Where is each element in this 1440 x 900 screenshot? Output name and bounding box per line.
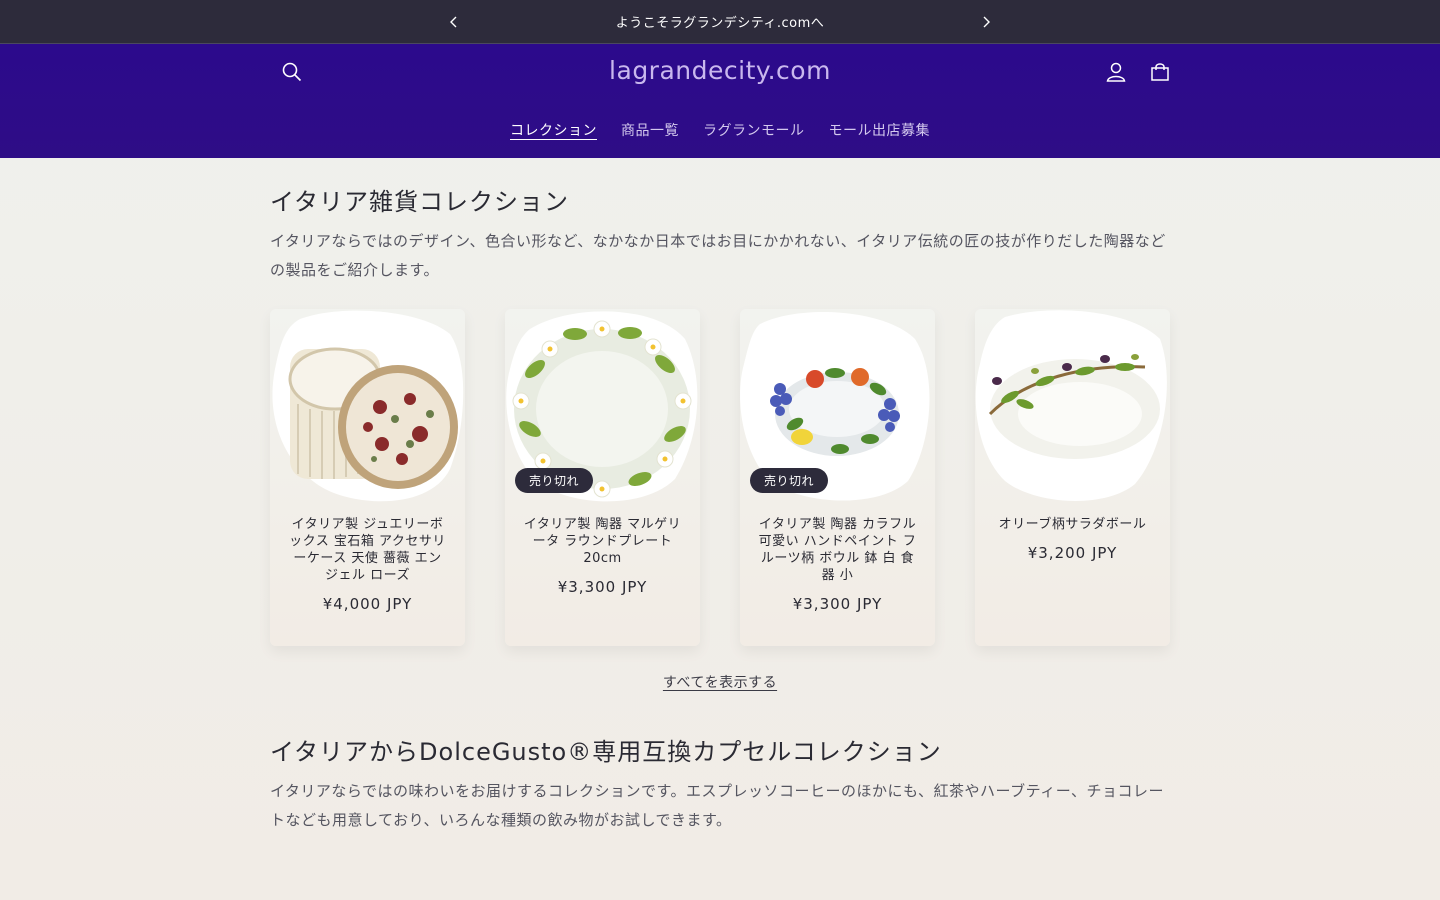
chevron-right-icon[interactable] bbox=[974, 10, 998, 34]
product-price: ¥4,000 JPY bbox=[322, 595, 413, 613]
product-price: ¥3,200 JPY bbox=[1027, 544, 1118, 562]
announcement-text: ようこそラグランデシティ.comへ bbox=[615, 16, 825, 31]
product-card[interactable]: イタリア製 ジュエリーボックス 宝石箱 アクセサリーケース 天使 薔薇 エンジェ… bbox=[270, 309, 465, 646]
main-nav: コレクション 商品一覧 ラグランモール モール出店募集 bbox=[0, 118, 1440, 142]
italian-goods-section: イタリア雑貨コレクション イタリアならではのデザイン、色合い形など、なかなか日本… bbox=[270, 182, 1170, 692]
product-image[interactable] bbox=[270, 309, 465, 504]
product-card[interactable]: オリーブ柄サラダボール ¥3,200 JPY bbox=[975, 309, 1170, 646]
product-name[interactable]: オリーブ柄サラダボール bbox=[993, 516, 1152, 533]
site-header: lagrandecity.com コレクション 商品一覧 ラグランモール モール… bbox=[0, 44, 1440, 158]
nav-item-products[interactable]: 商品一覧 bbox=[609, 118, 691, 142]
product-name[interactable]: イタリア製 陶器 マルゲリータ ラウンドプレート 20cm bbox=[523, 516, 682, 567]
product-image[interactable]: 売り切れ bbox=[740, 309, 935, 504]
product-image[interactable] bbox=[975, 309, 1170, 504]
account-button[interactable] bbox=[1094, 52, 1138, 96]
cart-icon bbox=[1149, 61, 1171, 87]
section-title: イタリア雑貨コレクション bbox=[270, 188, 570, 216]
product-name[interactable]: イタリア製 ジュエリーボックス 宝石箱 アクセサリーケース 天使 薔薇 エンジェ… bbox=[288, 516, 447, 584]
main-content: イタリア雑貨コレクション イタリアならではのデザイン、色合い形など、なかなか日本… bbox=[270, 158, 1170, 835]
section-description: イタリアならではの味わいをお届けするコレクションです。エスプレッソコーヒーのほか… bbox=[270, 782, 1165, 829]
chevron-left-icon[interactable] bbox=[442, 10, 466, 34]
product-grid: イタリア製 ジュエリーボックス 宝石箱 アクセサリーケース 天使 薔薇 エンジェ… bbox=[270, 309, 1170, 646]
sold-out-badge: 売り切れ bbox=[750, 468, 829, 493]
nav-item-collection[interactable]: コレクション bbox=[498, 118, 609, 142]
product-image[interactable]: 売り切れ bbox=[505, 309, 700, 504]
section-title: イタリアからDolceGusto®専用互換カプセルコレクション bbox=[270, 738, 942, 766]
product-name[interactable]: イタリア製 陶器 カラフル 可愛い ハンドペイント フルーツ柄 ボウル 鉢 白 … bbox=[758, 516, 917, 584]
cart-button[interactable] bbox=[1138, 52, 1182, 96]
account-icon bbox=[1105, 61, 1127, 87]
sold-out-badge: 売り切れ bbox=[515, 468, 594, 493]
product-price: ¥3,300 JPY bbox=[557, 578, 648, 596]
product-card[interactable]: 売り切れ イタリア製 陶器 マルゲリータ ラウンドプレート 20cm ¥3,30… bbox=[505, 309, 700, 646]
product-price: ¥3,300 JPY bbox=[792, 595, 883, 613]
nav-item-mall[interactable]: ラグランモール bbox=[691, 118, 817, 142]
view-all-link[interactable]: すべてを表示する bbox=[270, 672, 1170, 692]
site-logo[interactable]: lagrandecity.com bbox=[0, 56, 1440, 85]
announcement-bar: ようこそラグランデシティ.comへ bbox=[0, 0, 1440, 44]
dolcegusto-section: イタリアからDolceGusto®専用互換カプセルコレクション イタリアならでは… bbox=[270, 732, 1170, 835]
nav-item-mall-recruit[interactable]: モール出店募集 bbox=[817, 118, 943, 142]
section-description: イタリアならではのデザイン、色合い形など、なかなか日本ではお目にかかれない、イタ… bbox=[270, 232, 1166, 279]
product-card[interactable]: 売り切れ イタリア製 陶器 カラフル 可愛い ハンドペイント フルーツ柄 ボウル… bbox=[740, 309, 935, 646]
